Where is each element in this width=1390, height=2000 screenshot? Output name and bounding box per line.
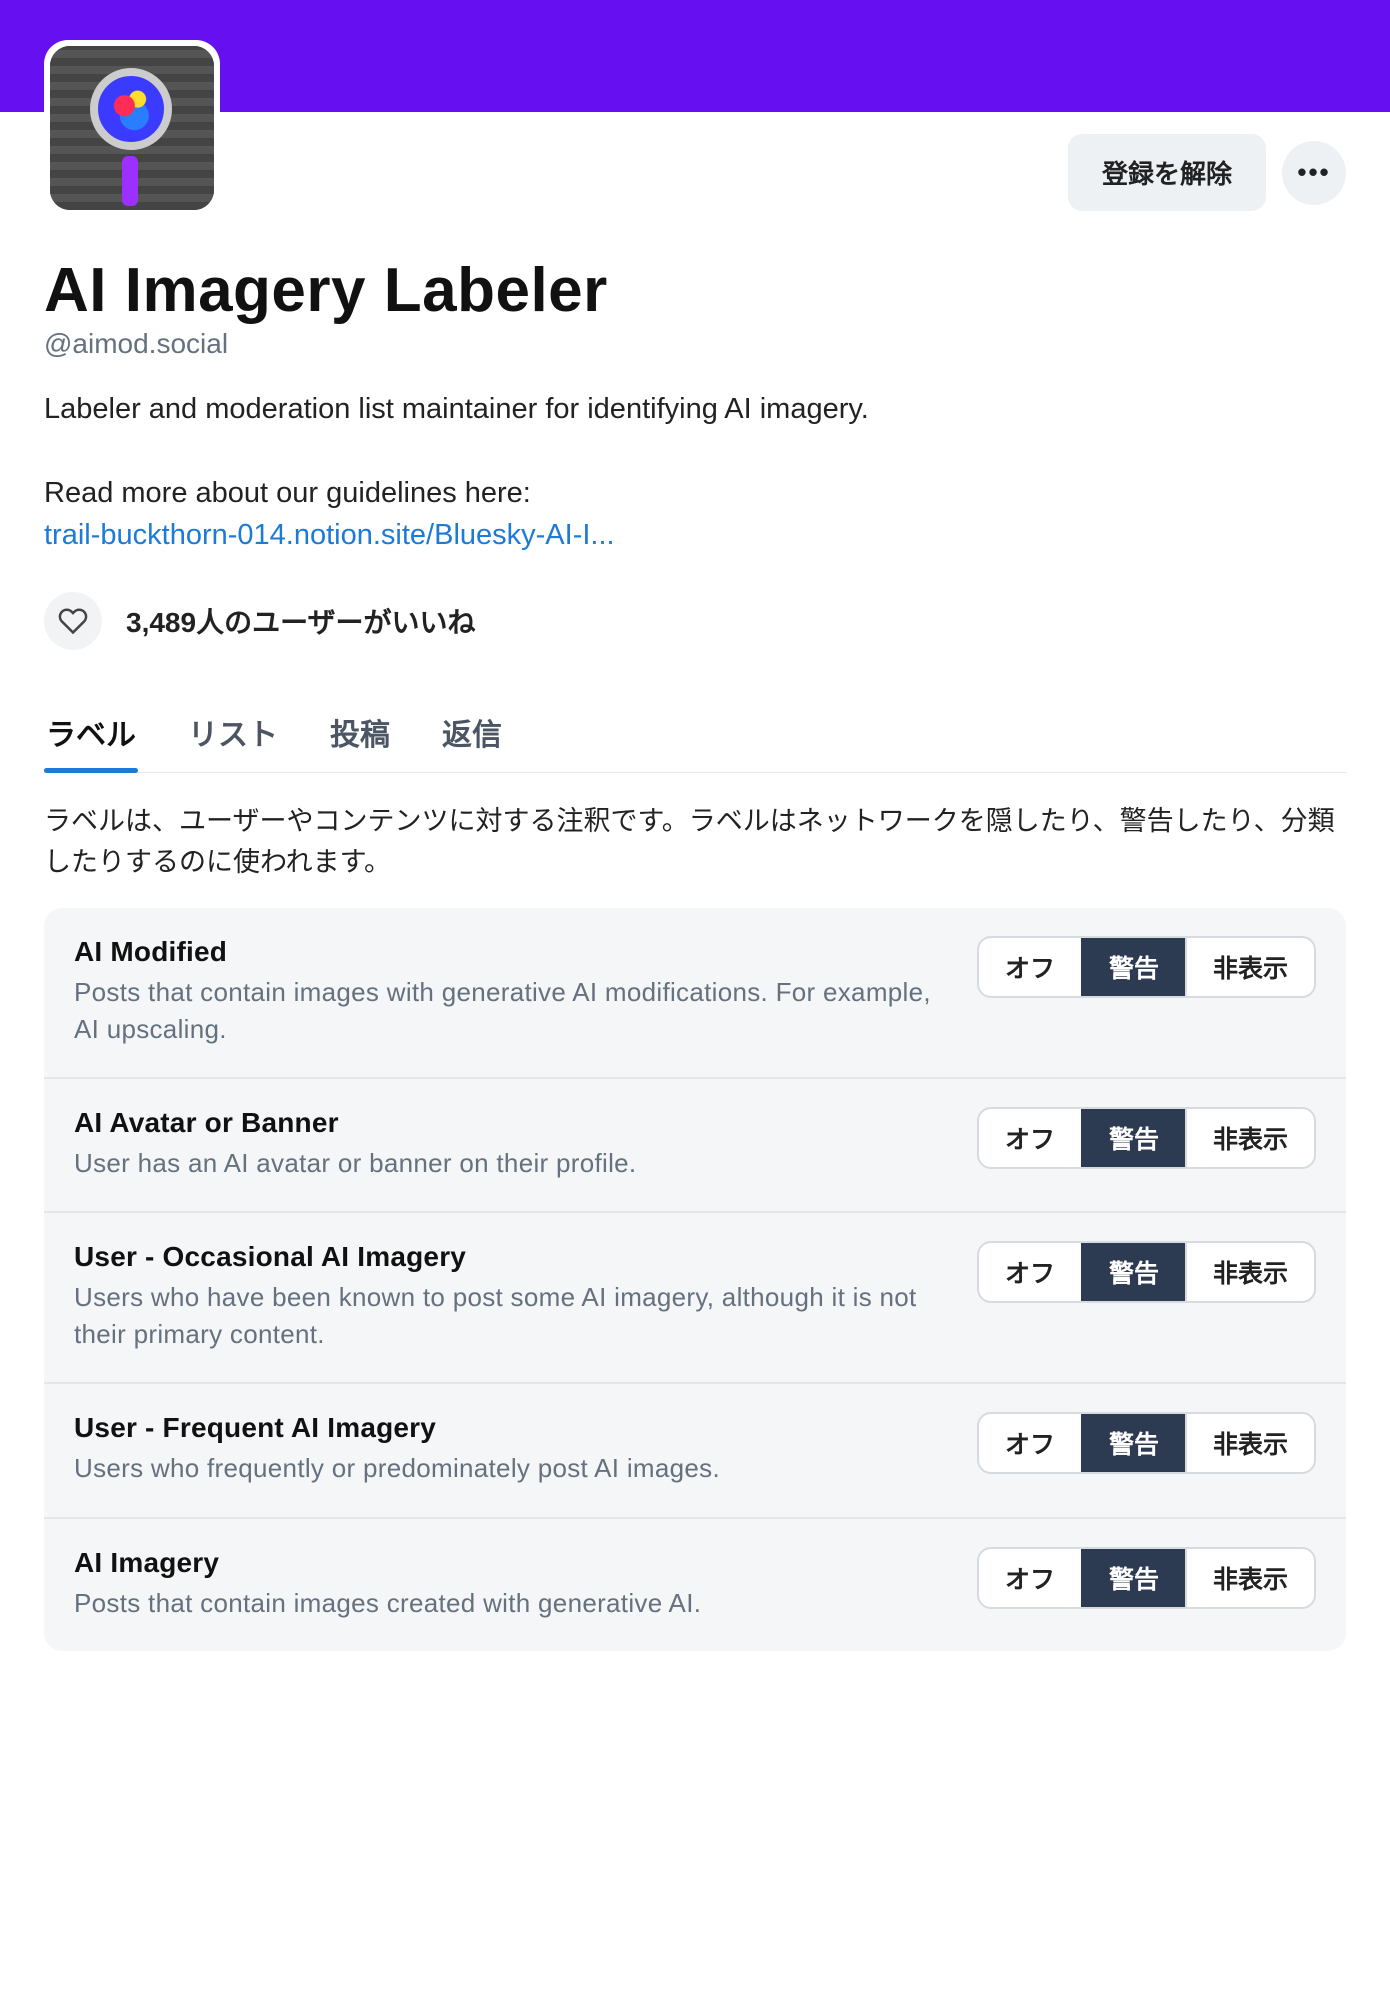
- label-title: AI Modified: [74, 936, 953, 968]
- segment-option[interactable]: オフ: [979, 1109, 1081, 1167]
- label-desc: Users who have been known to post some A…: [74, 1279, 953, 1352]
- label-row: AI Avatar or Banner User has an AI avatar…: [44, 1079, 1346, 1213]
- bio-line: Read more about our guidelines here:: [44, 477, 531, 509]
- label-title: AI Avatar or Banner: [74, 1107, 953, 1139]
- segment-option[interactable]: 警告: [1081, 1549, 1185, 1607]
- segmented-control: オフ警告非表示: [977, 1107, 1316, 1169]
- label-text: AI Imagery Posts that contain images crea…: [74, 1547, 953, 1621]
- labels-panel: AI Modified Posts that contain images wit…: [44, 908, 1346, 1651]
- label-title: User - Frequent AI Imagery: [74, 1412, 953, 1444]
- likes-count[interactable]: 3,489人のユーザーがいいね: [126, 601, 476, 641]
- bio-link[interactable]: trail-buckthorn-014.notion.site/Bluesky-…: [44, 519, 615, 551]
- label-text: User - Frequent AI Imagery Users who freq…: [74, 1412, 953, 1486]
- tab-description: ラベルは、ユーザーやコンテンツに対する注釈です。ラベルはネットワークを隠したり、…: [44, 773, 1346, 908]
- segment-option[interactable]: オフ: [979, 1549, 1081, 1607]
- ellipsis-icon: •••: [1297, 157, 1330, 188]
- like-button[interactable]: [44, 592, 102, 650]
- segmented-control: オフ警告非表示: [977, 1241, 1316, 1303]
- label-row: User - Frequent AI Imagery Users who freq…: [44, 1384, 1346, 1518]
- segment-option[interactable]: 警告: [1081, 938, 1185, 996]
- unsubscribe-button[interactable]: 登録を解除: [1068, 134, 1266, 211]
- segmented-control: オフ警告非表示: [977, 1412, 1316, 1474]
- label-text: User - Occasional AI Imagery Users who ha…: [74, 1241, 953, 1352]
- label-desc: Users who frequently or predominately po…: [74, 1450, 953, 1486]
- label-text: AI Modified Posts that contain images wit…: [74, 936, 953, 1047]
- label-row: User - Occasional AI Imagery Users who ha…: [44, 1213, 1346, 1384]
- segmented-control: オフ警告非表示: [977, 1547, 1316, 1609]
- segment-option[interactable]: 警告: [1081, 1109, 1185, 1167]
- label-text: AI Avatar or Banner User has an AI avatar…: [74, 1107, 953, 1181]
- bio: Labeler and moderation list maintainer f…: [44, 388, 1346, 556]
- handle: @aimod.social: [44, 328, 1346, 360]
- tabs: ラベルリスト投稿返信: [44, 698, 1346, 773]
- segmented-control: オフ警告非表示: [977, 936, 1316, 998]
- segment-option[interactable]: 非表示: [1185, 1109, 1314, 1167]
- segment-option[interactable]: 警告: [1081, 1414, 1185, 1472]
- display-name: AI Imagery Labeler: [44, 255, 1346, 326]
- more-button[interactable]: •••: [1282, 141, 1346, 205]
- heart-icon: [58, 606, 88, 636]
- label-title: AI Imagery: [74, 1547, 953, 1579]
- label-desc: Posts that contain images with generativ…: [74, 974, 953, 1047]
- label-title: User - Occasional AI Imagery: [74, 1241, 953, 1273]
- segment-option[interactable]: 非表示: [1185, 1414, 1314, 1472]
- segment-option[interactable]: 非表示: [1185, 1549, 1314, 1607]
- tab-2[interactable]: 投稿: [328, 698, 392, 772]
- segment-option[interactable]: オフ: [979, 1243, 1081, 1301]
- segment-option[interactable]: オフ: [979, 938, 1081, 996]
- segment-option[interactable]: 警告: [1081, 1243, 1185, 1301]
- segment-option[interactable]: 非表示: [1185, 1243, 1314, 1301]
- label-desc: Posts that contain images created with g…: [74, 1585, 953, 1621]
- tab-0[interactable]: ラベル: [44, 698, 138, 772]
- tab-1[interactable]: リスト: [186, 698, 280, 772]
- label-desc: User has an AI avatar or banner on their…: [74, 1145, 953, 1181]
- label-row: AI Imagery Posts that contain images crea…: [44, 1519, 1346, 1651]
- segment-option[interactable]: 非表示: [1185, 938, 1314, 996]
- segment-option[interactable]: オフ: [979, 1414, 1081, 1472]
- label-row: AI Modified Posts that contain images wit…: [44, 908, 1346, 1079]
- tab-3[interactable]: 返信: [440, 698, 504, 772]
- avatar[interactable]: [44, 40, 220, 216]
- bio-line: Labeler and moderation list maintainer f…: [44, 393, 869, 425]
